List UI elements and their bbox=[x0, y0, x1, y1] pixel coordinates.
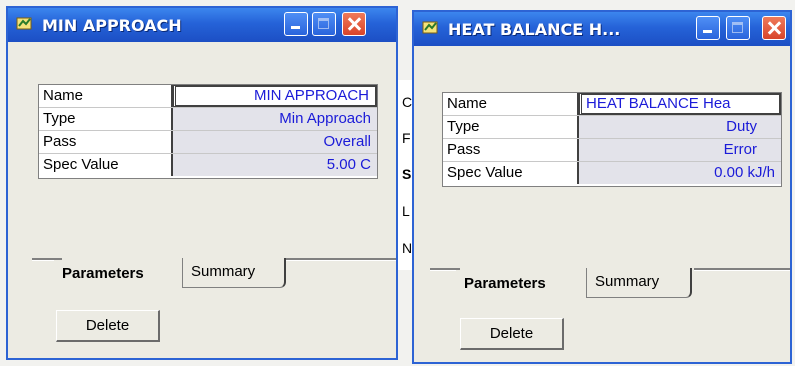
grid-row-spec-value[interactable]: Spec Value 0.00 kJ/h bbox=[443, 162, 781, 184]
title-bar[interactable]: HEAT BALANCE H... bbox=[414, 12, 790, 46]
minimize-icon bbox=[285, 13, 307, 35]
grid-row-type[interactable]: Type Min Approach bbox=[39, 108, 377, 131]
grid-row-name[interactable]: Name HEAT BALANCE Hea bbox=[443, 93, 781, 116]
background-text-c: C bbox=[402, 94, 413, 110]
background-text-n: N bbox=[402, 240, 413, 256]
minimize-button[interactable] bbox=[696, 16, 720, 40]
tab-divider bbox=[694, 268, 790, 271]
tab-summary[interactable]: Summary bbox=[586, 268, 692, 298]
background-text-f: F bbox=[402, 130, 411, 146]
close-button[interactable] bbox=[762, 16, 786, 40]
window-title: MIN APPROACH bbox=[42, 16, 182, 35]
close-icon bbox=[343, 13, 365, 35]
row-label: Spec Value bbox=[443, 162, 579, 184]
grid-row-pass[interactable]: Pass Error bbox=[443, 139, 781, 162]
spec-value-field[interactable]: 5.00 C bbox=[173, 154, 377, 176]
spec-value-field[interactable]: 0.00 kJ/h bbox=[579, 162, 781, 184]
spec-app-icon bbox=[16, 16, 34, 32]
heat-balance-window: HEAT BALANCE H... Name HEAT BALANCE Hea … bbox=[412, 10, 792, 364]
close-icon bbox=[763, 17, 785, 39]
pass-value[interactable]: Error bbox=[579, 139, 781, 161]
tab-summary[interactable]: Summary bbox=[182, 258, 286, 288]
delete-button[interactable]: Delete bbox=[460, 318, 564, 350]
type-value[interactable]: Duty bbox=[579, 116, 781, 138]
type-value[interactable]: Min Approach bbox=[173, 108, 377, 130]
spec-app-icon bbox=[422, 20, 440, 36]
maximize-icon bbox=[727, 17, 749, 39]
spec-property-grid: Name MIN APPROACH Type Min Approach Pass… bbox=[38, 84, 378, 179]
row-label: Type bbox=[39, 108, 173, 130]
row-label: Pass bbox=[443, 139, 579, 161]
name-field[interactable]: MIN APPROACH bbox=[173, 85, 377, 107]
row-label: Type bbox=[443, 116, 579, 138]
window-title: HEAT BALANCE H... bbox=[448, 20, 621, 39]
row-label: Name bbox=[443, 93, 579, 115]
close-button[interactable] bbox=[342, 12, 366, 36]
pass-value[interactable]: Overall bbox=[173, 131, 377, 153]
title-bar[interactable]: MIN APPROACH bbox=[8, 8, 396, 42]
maximize-button[interactable] bbox=[312, 12, 336, 36]
tab-parameters[interactable]: Parameters bbox=[54, 260, 152, 290]
grid-row-name[interactable]: Name MIN APPROACH bbox=[39, 85, 377, 108]
background-text-s: S bbox=[402, 166, 412, 182]
min-approach-window: MIN APPROACH Name MIN APPROACH Type Min … bbox=[6, 6, 398, 360]
maximize-icon bbox=[313, 13, 335, 35]
tab-divider bbox=[286, 258, 396, 261]
name-field[interactable]: HEAT BALANCE Hea bbox=[579, 93, 781, 115]
minimize-icon bbox=[697, 17, 719, 39]
background-text-l: L bbox=[402, 203, 410, 219]
row-label: Name bbox=[39, 85, 173, 107]
grid-row-spec-value[interactable]: Spec Value 5.00 C bbox=[39, 154, 377, 176]
row-label: Pass bbox=[39, 131, 173, 153]
spec-property-grid: Name HEAT BALANCE Hea Type Duty Pass Err… bbox=[442, 92, 782, 187]
grid-row-type[interactable]: Type Duty bbox=[443, 116, 781, 139]
delete-button[interactable]: Delete bbox=[56, 310, 160, 342]
minimize-button[interactable] bbox=[284, 12, 308, 36]
grid-row-pass[interactable]: Pass Overall bbox=[39, 131, 377, 154]
row-label: Spec Value bbox=[39, 154, 173, 176]
maximize-button[interactable] bbox=[726, 16, 750, 40]
tab-parameters[interactable]: Parameters bbox=[456, 270, 554, 300]
